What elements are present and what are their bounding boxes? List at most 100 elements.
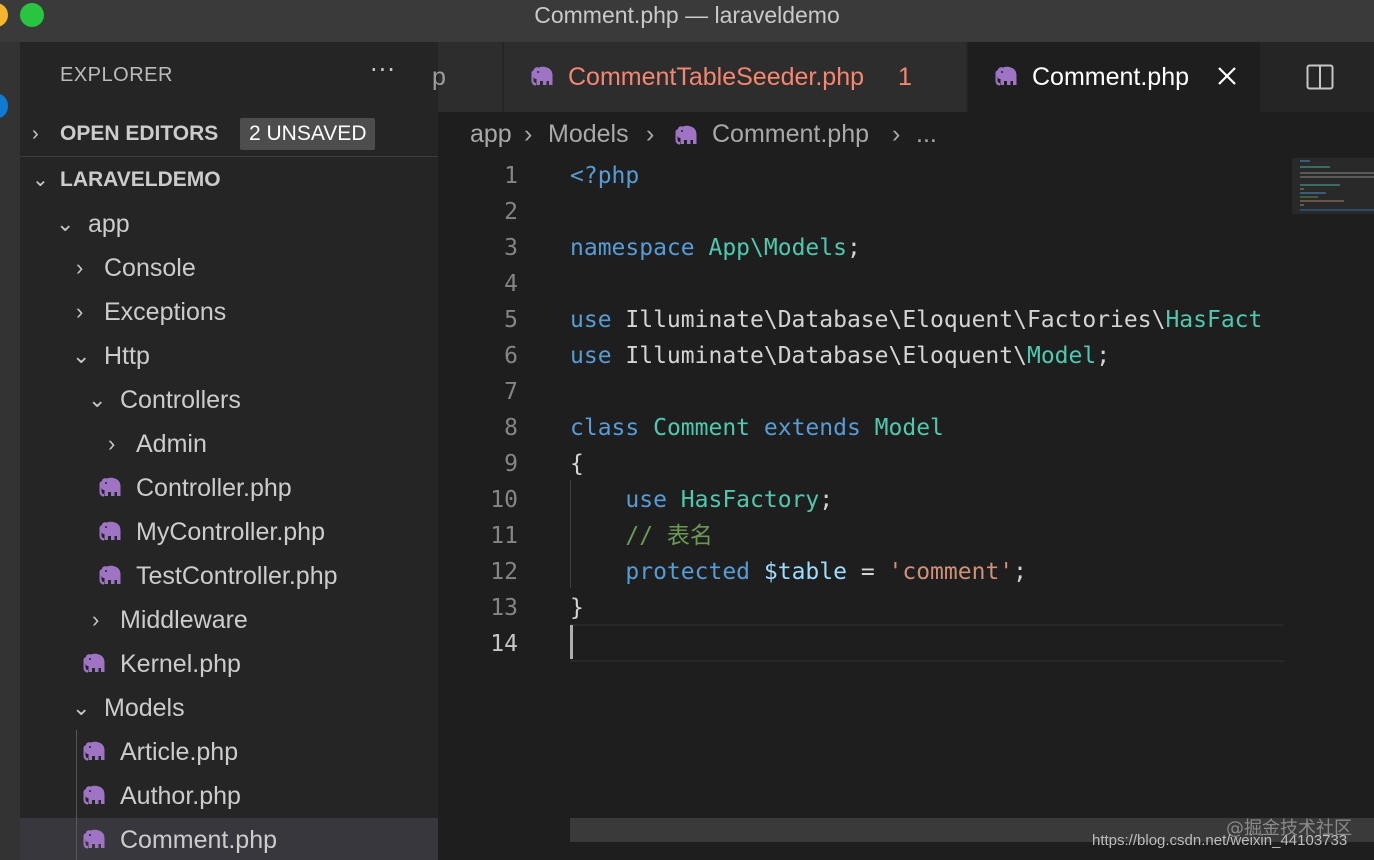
tree-item-label: Http (104, 342, 150, 370)
current-line-highlight (570, 624, 1284, 662)
tree-folder-app[interactable]: ⌄ app (20, 202, 438, 246)
php-elephant-icon (98, 521, 122, 543)
php-elephant-icon (98, 565, 122, 587)
code-token: namespace (570, 235, 709, 261)
split-editor-icon[interactable] (1306, 64, 1334, 90)
minimap-line (1300, 184, 1340, 186)
code-token: // 表名 (625, 523, 713, 549)
tree-file-mycontroller[interactable]: MyController.php (20, 510, 438, 554)
chevron-right-icon: › (524, 120, 533, 148)
minimap-line (1300, 172, 1374, 174)
code-token: use (570, 307, 626, 333)
watermark-url: https://blog.csdn.net/weixin_44103733 (1092, 832, 1348, 849)
php-elephant-icon (82, 741, 106, 763)
code-token: use (625, 487, 681, 513)
line-number: 8 (504, 415, 518, 441)
breadcrumb-app[interactable]: app (470, 120, 512, 149)
code-token: <?php (570, 163, 640, 189)
minimap[interactable] (1292, 158, 1374, 818)
tree-folder-middleware[interactable]: › Middleware (20, 598, 438, 642)
code-token: Model (1026, 343, 1097, 369)
line-number: 14 (490, 631, 518, 657)
tree-folder-console[interactable]: › Console (20, 246, 438, 290)
notification-badge (0, 94, 8, 118)
tree-file-testcontroller[interactable]: TestController.php (20, 554, 438, 598)
code-token: HasFact (1165, 307, 1263, 333)
minimap-line (1300, 160, 1310, 162)
code-token: { (570, 451, 584, 477)
breadcrumb-models[interactable]: Models (548, 120, 629, 149)
php-elephant-icon (674, 125, 698, 147)
tree-file-controller[interactable]: Controller.php (20, 466, 438, 510)
code-line: use Illuminate\Database\Eloquent\Factori… (570, 302, 1262, 338)
chevron-down-icon: ⌄ (88, 387, 107, 412)
tree-folder-exceptions[interactable]: › Exceptions (20, 290, 438, 334)
more-actions-icon[interactable]: ··· (370, 56, 396, 84)
chevron-right-icon: › (76, 299, 84, 324)
line-number: 13 (490, 595, 518, 621)
line-number: 1 (504, 163, 518, 189)
tree-folder-admin[interactable]: › Admin (20, 422, 438, 466)
tree-folder-controllers[interactable]: ⌄ Controllers (20, 378, 438, 422)
project-section[interactable]: ⌄ LARAVELDEMO (20, 158, 438, 202)
code-token: Model (874, 415, 944, 441)
window-title: Comment.php — laraveldemo (534, 2, 840, 28)
tree-item-label: Article.php (120, 738, 239, 766)
code-line: use HasFactory; (570, 482, 833, 518)
line-number: 2 (504, 199, 518, 225)
tree-item-label: TestController.php (136, 562, 338, 590)
tree-file-kernel[interactable]: Kernel.php (20, 642, 438, 686)
line-number: 9 (504, 451, 518, 477)
tree-item-label: app (88, 210, 130, 238)
chevron-down-icon: ⌄ (72, 343, 91, 368)
code-token: Illuminate\Database\Eloquent\ (625, 343, 1027, 369)
tree-folder-models[interactable]: ⌄ Models (20, 686, 438, 730)
tab-bar: p CommentTableSeeder.php 1 Comment.php (432, 42, 1374, 112)
tab-partial[interactable]: p (432, 42, 503, 112)
tree-file-comment[interactable]: Comment.php (20, 818, 438, 860)
breadcrumb-symbols[interactable]: ... (916, 120, 937, 149)
chevron-right-icon: › (32, 123, 39, 145)
code-line: // 表名 (570, 518, 713, 554)
activity-bar (0, 42, 20, 860)
code-token: } (570, 595, 584, 621)
code-line: class Comment extends Model (570, 410, 944, 446)
tree-file-author[interactable]: Author.php (20, 774, 438, 818)
chevron-right-icon: › (76, 255, 84, 280)
chevron-right-icon: › (646, 120, 655, 148)
minimap-line (1300, 188, 1304, 190)
code-line: } (570, 590, 584, 626)
tree-item-label: Admin (136, 430, 207, 458)
close-icon[interactable] (1216, 65, 1238, 87)
code-token: 'comment' (888, 559, 1014, 585)
php-elephant-icon (98, 477, 122, 499)
code-line: { (570, 446, 584, 482)
line-number: 6 (504, 343, 518, 369)
tab-comment[interactable]: Comment.php (968, 42, 1261, 112)
line-number: 7 (504, 379, 518, 405)
tree-file-article[interactable]: Article.php (20, 730, 438, 774)
code-token: ; (819, 487, 834, 513)
code-token: $table (763, 559, 847, 585)
tree-item-label: Console (104, 254, 196, 282)
minimap-line (1300, 196, 1318, 198)
tree-folder-http[interactable]: ⌄ Http (20, 334, 438, 378)
tree-item-label: Controller.php (136, 474, 292, 502)
open-editors-section[interactable]: › OPEN EDITORS 2 UNSAVED (20, 112, 438, 156)
code-token: Illuminate\Database\Eloquent\Factories\ (625, 307, 1166, 333)
line-number: 5 (504, 307, 518, 333)
tree-item-label: Middleware (120, 606, 248, 634)
tab-commenttableseeder[interactable]: CommentTableSeeder.php 1 (504, 42, 967, 112)
code-editor[interactable]: 1 <?php 2 3 namespace App\Models; 4 5 use Illum… (438, 158, 1292, 818)
code-token: use (570, 343, 626, 369)
tab-label: CommentTableSeeder.php (568, 63, 865, 91)
minimap-line (1300, 204, 1304, 206)
line-number: 12 (490, 559, 518, 585)
code-token: extends (763, 415, 875, 441)
breadcrumb: app › Models › Comment.php › ... (438, 112, 1374, 158)
code-token: ; (1013, 559, 1027, 585)
chevron-down-icon: ⌄ (72, 695, 91, 720)
breadcrumb-file[interactable]: Comment.php (712, 120, 869, 149)
